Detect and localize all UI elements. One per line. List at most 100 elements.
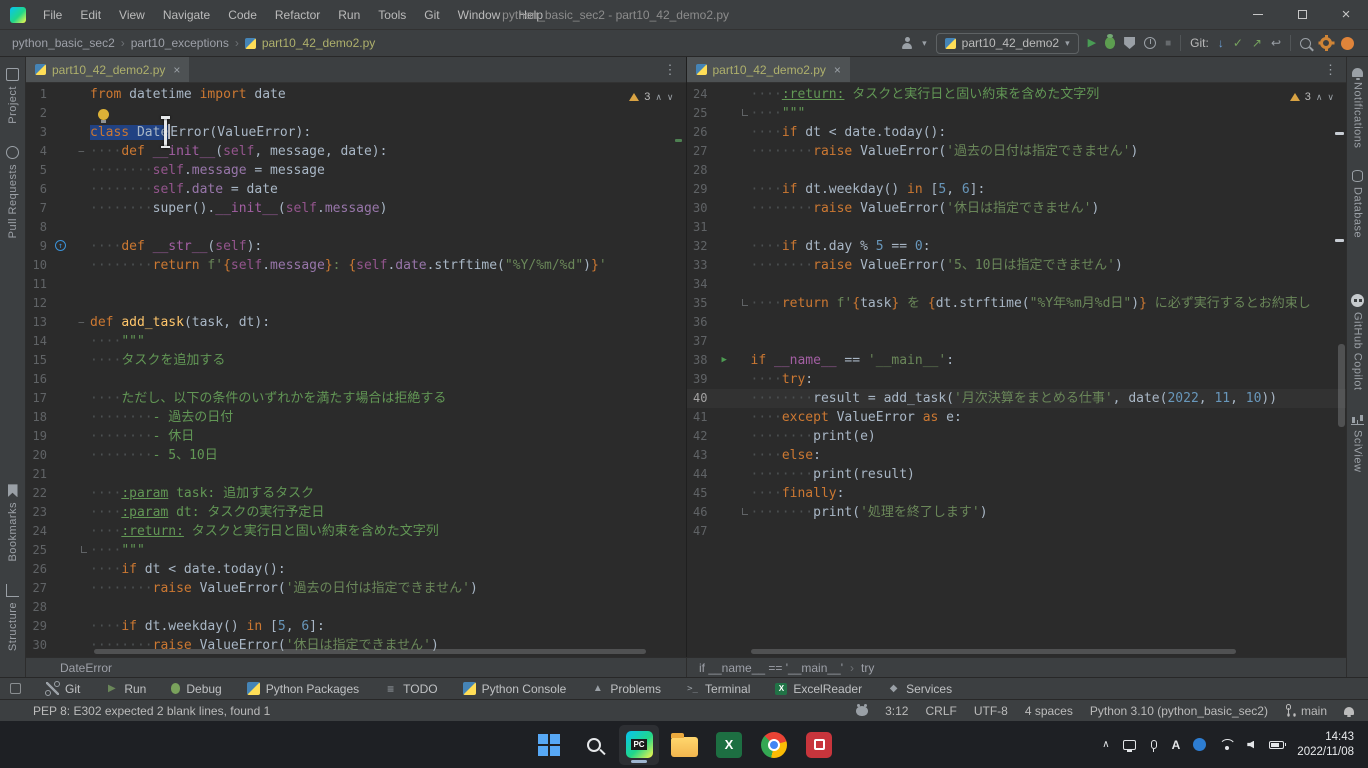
code-text[interactable]: [751, 218, 1347, 237]
foldend-icon[interactable]: [81, 546, 87, 553]
tray-app-icon[interactable]: [1193, 738, 1206, 751]
code-text[interactable]: ····if dt < date.today():: [751, 123, 1347, 142]
stripe-mark[interactable]: [1335, 239, 1344, 242]
tool-button-excelreader[interactable]: XExcelReader: [775, 682, 862, 696]
tool-button-problems[interactable]: ▲Problems: [591, 682, 661, 696]
ime-indicator[interactable]: A: [1172, 738, 1181, 752]
code-text[interactable]: [751, 275, 1347, 294]
tool-stripe-notifications[interactable]: Notifications: [1352, 68, 1364, 148]
horizontal-scrollbar[interactable]: [751, 649, 1236, 654]
settings-gear-icon[interactable]: [1320, 37, 1332, 49]
tool-stripe-project[interactable]: Project: [6, 68, 19, 124]
tool-stripe-structure[interactable]: Structure: [6, 584, 19, 651]
fold-icon[interactable]: −: [78, 313, 85, 332]
code-text[interactable]: ········print(result): [751, 465, 1347, 484]
run-icon[interactable]: ▶: [722, 351, 727, 370]
tool-button-python-packages[interactable]: Python Packages: [247, 682, 359, 696]
git-commit-button[interactable]: ✓: [1233, 37, 1243, 49]
code-text[interactable]: ········raise ValueError('休日は指定できません'): [751, 199, 1347, 218]
code-text[interactable]: ········raise ValueError('過去の日付は指定できません'…: [90, 579, 686, 598]
close-button[interactable]: ×: [1324, 0, 1368, 29]
run-configuration-select[interactable]: part10_42_demo2 ▾: [936, 33, 1079, 54]
tray-expand-icon[interactable]: ∧: [1102, 739, 1109, 750]
code-text[interactable]: from datetime import date: [90, 85, 686, 104]
menu-code[interactable]: Code: [219, 0, 266, 30]
code-text[interactable]: [90, 465, 686, 484]
menu-view[interactable]: View: [110, 0, 154, 30]
maximize-button[interactable]: [1280, 0, 1324, 29]
foldend-icon[interactable]: [742, 299, 748, 306]
run-button[interactable]: ▶: [1088, 38, 1096, 49]
stripe-mark[interactable]: [1335, 132, 1344, 135]
user-profile-icon[interactable]: [901, 37, 913, 49]
horizontal-scrollbar[interactable]: [94, 649, 646, 654]
code-text[interactable]: ····タスクを追加する: [90, 351, 686, 370]
taskbar-clock[interactable]: 14:43 2022/11/08: [1297, 730, 1354, 760]
intention-bulb-icon[interactable]: [98, 109, 109, 120]
tab-options-icon[interactable]: ⋮: [1315, 57, 1346, 82]
vertical-scrollbar[interactable]: [1338, 344, 1345, 427]
code-text[interactable]: ········print('処理を終了します'): [751, 503, 1347, 522]
code-text[interactable]: [751, 161, 1347, 180]
code-text[interactable]: ····if dt.weekday() in [5, 6]:: [90, 617, 686, 636]
code-text[interactable]: [90, 370, 686, 389]
code-text[interactable]: ····:return: タスクと実行日と固い約束を含めた文字列: [90, 522, 686, 541]
fold-icon[interactable]: −: [78, 142, 85, 161]
taskbar-red-app-button[interactable]: [799, 725, 839, 765]
foldend-icon[interactable]: [742, 109, 748, 116]
git-branch-widget[interactable]: main: [1285, 704, 1327, 718]
code-text[interactable]: ····def __str__(self):: [90, 237, 686, 256]
menu-git[interactable]: Git: [415, 0, 448, 30]
caret-position[interactable]: 3:12: [885, 704, 908, 718]
stripe-mark[interactable]: [675, 139, 682, 142]
code-text[interactable]: ········return f'{self.message}: {self.d…: [90, 256, 686, 275]
tool-button-todo[interactable]: ≡TODO: [384, 682, 437, 696]
code-text[interactable]: ····except ValueError as e:: [751, 408, 1347, 427]
next-warning-icon[interactable]: ∨: [667, 92, 674, 103]
menu-navigate[interactable]: Navigate: [154, 0, 219, 30]
code-text[interactable]: [90, 275, 686, 294]
profiler-button[interactable]: [1144, 37, 1156, 49]
code-text[interactable]: ····""": [90, 332, 686, 351]
battery-icon[interactable]: [1269, 741, 1284, 749]
tab-close-icon[interactable]: ×: [832, 63, 841, 77]
profile-avatar[interactable]: [1341, 37, 1354, 50]
code-text[interactable]: ····ただし、以下の条件のいずれかを満たす場合は拒絶する: [90, 389, 686, 408]
code-text[interactable]: ········print(e): [751, 427, 1347, 446]
code-text[interactable]: ····else:: [751, 446, 1347, 465]
code-text[interactable]: ····:param dt: タスクの実行予定日: [90, 503, 686, 522]
tool-button-git[interactable]: Git: [46, 682, 80, 696]
file-encoding[interactable]: UTF-8: [974, 704, 1008, 718]
tool-button-python-console[interactable]: Python Console: [463, 682, 567, 696]
breadcrumb-item[interactable]: if __name__ == '__main__': [699, 661, 843, 675]
tool-stripe-github-copilot[interactable]: GitHub Copilot: [1351, 294, 1364, 391]
tool-window-switcher-icon[interactable]: [10, 683, 21, 694]
code-text[interactable]: [90, 104, 686, 123]
start-button[interactable]: [529, 725, 569, 765]
taskbar-chrome-button[interactable]: [754, 725, 794, 765]
code-text[interactable]: ········self.date = date: [90, 180, 686, 199]
volume-icon[interactable]: [1247, 741, 1254, 749]
code-text[interactable]: ····finally:: [751, 484, 1347, 503]
display-icon[interactable]: [1123, 740, 1136, 750]
code-text[interactable]: class DateError(ValueError):: [90, 123, 686, 142]
git-rollback-button[interactable]: ↩: [1271, 37, 1281, 49]
taskbar-pycharm-button[interactable]: PC: [619, 725, 659, 765]
code-text[interactable]: [751, 332, 1347, 351]
tool-button-terminal[interactable]: >_Terminal: [686, 682, 750, 696]
code-text[interactable]: ····if dt.day % 5 == 0:: [751, 237, 1347, 256]
code-text[interactable]: [751, 522, 1347, 541]
microphone-icon[interactable]: [1151, 740, 1157, 749]
code-text[interactable]: ····try:: [751, 370, 1347, 389]
tab-options-icon[interactable]: ⋮: [655, 57, 686, 82]
tool-stripe-bookmarks[interactable]: Bookmarks: [7, 484, 19, 562]
breadcrumb-item[interactable]: part10_42_demo2.py: [262, 36, 375, 50]
code-text[interactable]: ········raise ValueError('過去の日付は指定できません'…: [751, 142, 1347, 161]
code-text[interactable]: ····return f'{task} を {dt.strftime("%Y年%…: [751, 294, 1347, 313]
inspection-widget[interactable]: 3 ∧ ∨: [1290, 91, 1334, 103]
menu-tools[interactable]: Tools: [369, 0, 415, 30]
code-text[interactable]: ········raise ValueError('5、10日は指定できません'…: [751, 256, 1347, 275]
code-text[interactable]: ····:return: タスクと実行日と固い約束を含めた文字列: [751, 85, 1347, 104]
code-text[interactable]: if __name__ == '__main__':: [751, 351, 1347, 370]
code-text[interactable]: ····""": [751, 104, 1347, 123]
